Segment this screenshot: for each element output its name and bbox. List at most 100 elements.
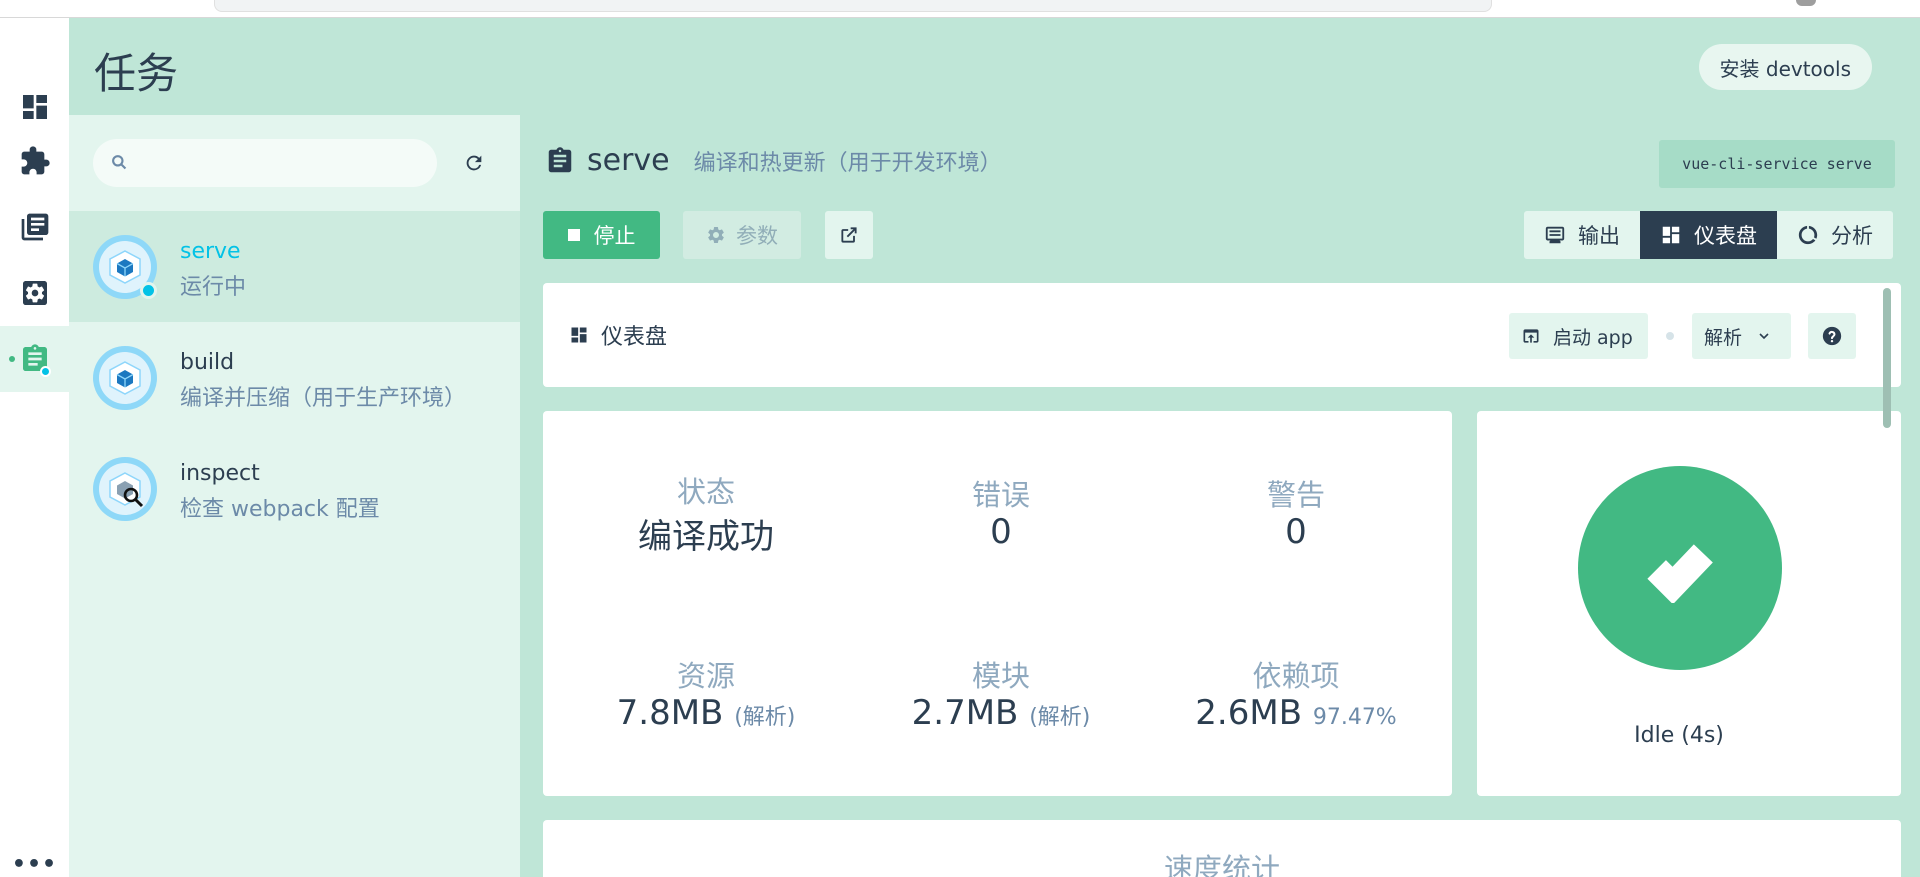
chevron-down-icon [1759,333,1769,340]
rail-item-configuration[interactable] [0,260,69,326]
stat-label: 资源 [676,659,735,693]
tab-dashboard[interactable]: 仪表盘 [1640,211,1777,259]
stat-dependencies: 依赖项 2.6MB 97.47% [1146,653,1446,733]
magnifier-icon [123,487,144,508]
task-description: 检查 webpack 配置 [180,497,380,522]
browser-profile-avatar[interactable] [1796,0,1816,6]
build-status-card: Idle (4s) [1477,411,1901,796]
tab-analyzer[interactable]: 分析 [1777,211,1893,259]
dashboard-icon [1662,226,1680,244]
refresh-icon [466,155,482,171]
stat-label: 错误 [971,478,1030,512]
mode-select-label: 解析 [1704,326,1743,349]
speed-stats-title: 速度统计 [1163,852,1280,877]
dashboard-icon [22,95,47,119]
stop-icon [567,229,580,241]
browser-chrome [0,0,1920,18]
task-description: 编译并压缩（用于生产环境） [180,386,467,411]
stat-warnings: 警告 0 [1146,472,1446,552]
separator-dot [1666,332,1674,340]
success-indicator [1578,466,1782,670]
scrollbar-thumb[interactable] [1883,288,1891,428]
dashboard-title: 仪表盘 [569,319,667,351]
active-indicator [9,356,15,362]
command-display: vue-cli-service serve [1659,140,1895,188]
refresh-button[interactable] [456,145,492,181]
stat-modules: 模块 2.7MB (解析) [851,653,1151,733]
stat-errors: 错误 0 [851,472,1151,552]
task-header: serve 编译和热更新（用于开发环境） [545,143,1002,178]
task-list-panel: serve 运行中 build 编译并压缩（用于生产环境） inspect 检查… [69,115,520,877]
rail-item-plugins[interactable] [0,128,69,194]
stat-value-main: 7.8MB [616,693,724,733]
more-icon[interactable]: ••• [0,844,69,877]
stat-value: 2.7MB (解析) [851,693,1151,733]
stop-label: 停止 [593,224,636,248]
stat-value-main: 2.6MB [1195,693,1303,733]
search-icon [112,155,127,170]
search-box[interactable] [93,139,437,187]
help-button[interactable] [1808,313,1856,359]
task-title: serve [587,143,670,178]
puzzle-icon [21,146,50,175]
open-in-browser-icon [1523,329,1539,343]
launch-app-button[interactable]: 启动 app [1509,313,1648,359]
gear-icon [708,227,724,243]
search-input[interactable] [139,147,419,179]
status-text: Idle (4s) [1634,723,1724,748]
stat-value-percent: 97.47% [1312,705,1397,730]
page-header: 任务 安装 devtools [69,18,1920,115]
stat-label: 依赖项 [1252,659,1340,693]
parameters-label: 参数 [736,224,778,248]
speed-stats-card: 速度统计 [543,820,1901,877]
task-name: build [180,350,235,375]
tab-dashboard-label: 仪表盘 [1694,224,1757,248]
task-item-build[interactable]: build 编译并压缩（用于生产环境） [69,322,520,433]
stat-label: 状态 [676,475,735,509]
stat-label: 警告 [1266,478,1325,512]
stat-value: 0 [1285,512,1307,552]
stop-button[interactable]: 停止 [543,211,660,259]
stat-value: 0 [990,512,1012,552]
tab-output[interactable]: 输出 [1524,211,1640,259]
mode-select[interactable]: 解析 [1692,313,1791,359]
library-books-icon [21,213,48,241]
view-switcher: 输出 仪表盘 分析 [1524,211,1893,259]
running-badge [40,366,51,377]
task-detail: serve 编译和热更新（用于开发环境） vue-cli-service ser… [520,115,1920,877]
check-icon [1647,544,1713,603]
open-in-new-icon [841,227,857,243]
nav-rail: ••• [0,18,69,877]
dashboard-icon [571,327,587,343]
task-subtitle: 编译和热更新（用于开发环境） [693,150,1002,176]
open-external-button[interactable] [825,211,873,259]
running-indicator [140,282,157,299]
stat-value: 2.6MB 97.47% [1146,693,1446,733]
tab-analyzer-label: 分析 [1831,224,1873,248]
build-stats-card: 状态 编译成功 错误 0 警告 0 资源 7.8MB (解析) 模块 2.7MB… [543,411,1452,796]
donut-icon [1798,225,1818,245]
browser-address-bar[interactable] [214,0,1492,12]
webpack-icon [93,235,157,299]
webpack-icon [93,346,157,410]
task-item-serve[interactable]: serve 运行中 [69,211,520,322]
stat-assets: 资源 7.8MB (解析) [556,653,856,733]
stat-value: 编译成功 [638,517,774,557]
webpack-inspect-icon [93,457,157,521]
monitor-icon [1545,226,1565,244]
task-item-inspect[interactable]: inspect 检查 webpack 配置 [69,433,520,544]
parameters-button[interactable]: 参数 [683,211,801,259]
help-icon [1822,326,1842,346]
install-devtools-button[interactable]: 安装 devtools [1698,44,1872,90]
stat-value-main: 2.7MB [911,693,1019,733]
stat-value-sub: (解析) [1029,705,1091,730]
tab-output-label: 输出 [1578,224,1620,248]
task-description: 运行中 [180,275,247,300]
stat-value: 7.8MB (解析) [556,693,856,733]
stat-status: 状态 编译成功 [556,469,856,558]
rail-item-dependencies[interactable] [0,194,69,260]
stat-value-sub: (解析) [734,705,796,730]
rail-item-tasks[interactable] [0,326,69,392]
stat-label: 模块 [971,659,1030,693]
launch-app-label: 启动 app [1553,326,1633,349]
